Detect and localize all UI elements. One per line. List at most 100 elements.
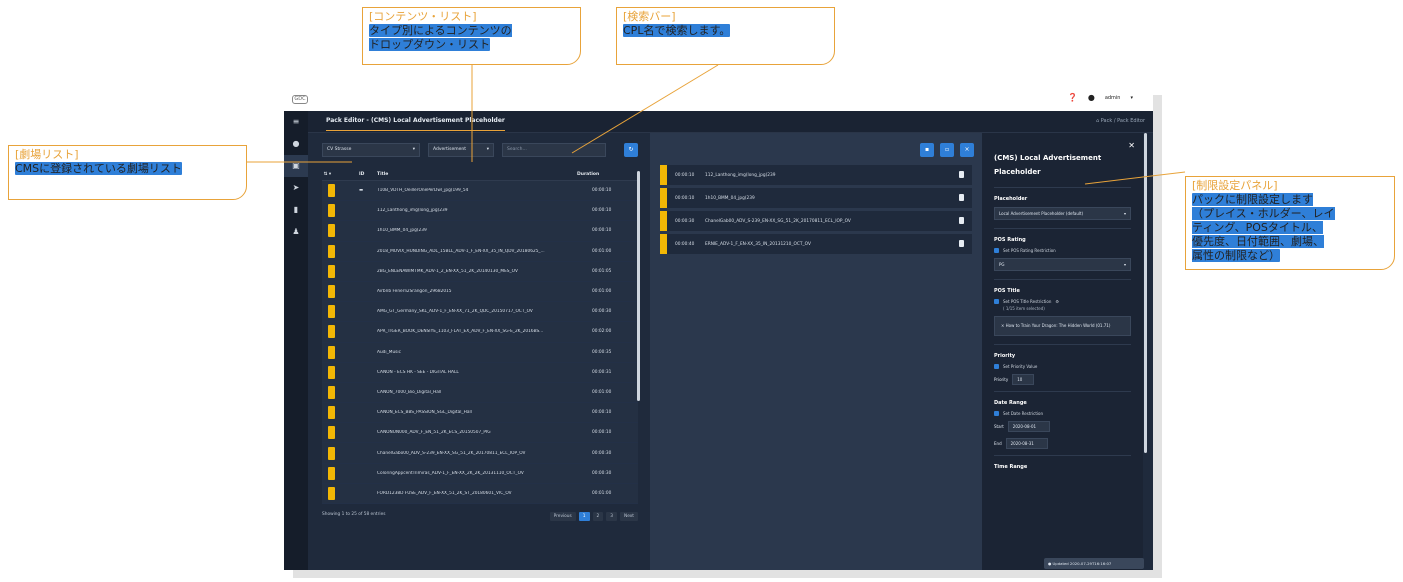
theater-select[interactable]: CV Strasse ▾ — [322, 143, 420, 157]
help-icon[interactable]: ❓ — [1068, 93, 1078, 102]
checkbox-icon — [994, 411, 999, 416]
content-color-swatch — [328, 264, 335, 278]
cms-icon[interactable]: ▣ — [284, 155, 308, 177]
prev-page-button[interactable]: Previous — [549, 512, 576, 521]
priority-input[interactable]: 10 — [1012, 374, 1035, 385]
sort-icon[interactable]: ⇅ ▾ — [322, 172, 359, 177]
placeholder-select[interactable]: Local Advertisement Placeholder (default… — [994, 207, 1131, 220]
playlist-title: ERNIE_ADV-1_F_EN-XX_35_IN_20131210_OCT_O… — [705, 241, 811, 247]
col-title[interactable]: Title — [377, 172, 577, 177]
table-header: ⇅ ▾ ID Title Duration — [322, 169, 638, 181]
user-name[interactable]: admin — [1105, 95, 1121, 101]
end-date-field: End 2020-08-31 — [994, 438, 1131, 449]
playlist-item[interactable]: 00:00:10 1h10_BMM_04_jpg(239 — [660, 188, 972, 208]
playlist-item[interactable]: 00:00:40 ERNIE_ADV-1_F_EN-XX_35_IN_201312… — [660, 234, 972, 254]
placeholder-value: Local Advertisement Placeholder (default… — [999, 211, 1084, 216]
table-row[interactable]: 1h10_BMM_04_jpg(239 00:00:10 — [322, 221, 638, 242]
trash-icon[interactable] — [959, 194, 964, 201]
status-toast: ● Updated 2020-07-29T16:16:07 — [1044, 558, 1144, 569]
content-color-swatch — [328, 466, 335, 480]
close-button[interactable]: × — [960, 143, 974, 157]
page-title: Pack Editor - (CMS) Local Advertisement … — [326, 117, 505, 131]
row-duration: 00:00:10 — [592, 208, 612, 214]
table-row[interactable]: 112_Lanthong_img(long_jpg(239 00:00:10 — [322, 201, 638, 222]
row-duration: 00:00:10 — [592, 228, 612, 234]
playlist-item[interactable]: 00:00:10 112_Lanthong_img(long_jpg(239 — [660, 165, 972, 185]
time-range-label: Time Range — [994, 464, 1028, 470]
playlist-item[interactable]: 00:00:30 ChanelGab00_ADV_S-239_EN-XX_SG_5… — [660, 211, 972, 231]
breadcrumb-text[interactable]: Pack / Pack Editor — [1101, 118, 1145, 124]
content-color-swatch — [328, 325, 335, 339]
table-row[interactable]: APR_TIGER_BOOK_DENSIYE_1103_FLAT_EX_ADV_… — [322, 322, 638, 343]
table-row[interactable]: CANONUN000_ADV_F_EN_51_2K_ECS_20150507_P… — [322, 423, 638, 444]
divider — [994, 391, 1131, 392]
row-duration: 00:01:05 — [592, 268, 612, 274]
row-duration: 00:01:00 — [592, 389, 612, 395]
page-1-button[interactable]: 1 — [578, 512, 590, 521]
table-scrollbar[interactable] — [637, 171, 640, 401]
content-type-value: Advertisement — [433, 147, 467, 152]
dashboard-icon[interactable]: ● — [284, 133, 308, 155]
table-row[interactable]: 2018_MOVIX_HUNDING_ADL_15BLL_ADV-1_F_EN-… — [322, 241, 638, 262]
table-row[interactable]: CANON_ECS_BBS_PASSION_SGL_Digital_Hall 00… — [322, 403, 638, 424]
save-button[interactable]: ▪ — [920, 143, 934, 157]
table-row[interactable]: CANON - ECS HK - SEE - DIGITAL HALL 00:00… — [322, 362, 638, 383]
table-row[interactable]: FORD1238D FUSE_ADV_F_EN-XX_51_2K_ST_2018… — [322, 483, 638, 504]
user-avatar-icon[interactable]: ● — [1088, 93, 1095, 102]
row-duration: 00:00:35 — [592, 349, 612, 355]
menu-icon[interactable]: ≡ — [284, 111, 308, 133]
page-2-button[interactable]: 2 — [592, 512, 604, 521]
chevron-down-icon[interactable]: ▾ — [1130, 95, 1133, 101]
row-duration: 00:00:30 — [592, 450, 612, 456]
table-row[interactable]: Audi_Music 00:00:35 — [322, 342, 638, 363]
start-date-input[interactable]: 2020-08-01 — [1007, 421, 1050, 432]
pos-title-selected[interactable]: × How to Train Your Dragon: The Hidden W… — [994, 316, 1131, 336]
content-type-select[interactable]: Advertisement ▾ — [428, 143, 494, 157]
date-checkbox[interactable]: Set Date Restriction — [994, 411, 1131, 416]
page-3-button[interactable]: 3 — [606, 512, 617, 521]
playlist-title: 1h10_BMM_04_jpg(239 — [705, 195, 755, 201]
trash-icon[interactable] — [959, 240, 964, 247]
table-row[interactable]: AMG_GT_Germany_SKL_ADV-1_F_EN-XX_71_2K_Q… — [322, 302, 638, 323]
divider — [994, 344, 1131, 345]
refresh-icon: ↻ — [628, 146, 634, 153]
gear-icon[interactable]: ⚙ — [1055, 299, 1059, 304]
table-row[interactable]: 2BG_ENLENAWIMTMK_ADV-1_2_EN-XX_51_2K_201… — [322, 261, 638, 282]
refresh-button[interactable]: ↻ — [624, 143, 638, 157]
pos-title-checkbox[interactable]: Set POS Title Restriction ⚙ — [994, 299, 1131, 304]
pagination-info: Showing 1 to 25 of 58 entries — [322, 512, 386, 517]
checkbox-icon — [994, 364, 999, 369]
search-input[interactable]: Search... — [502, 143, 606, 157]
page-header: Pack Editor - (CMS) Local Advertisement … — [308, 111, 1153, 133]
next-page-button[interactable]: Next — [619, 512, 638, 521]
col-duration[interactable]: Duration — [577, 172, 622, 177]
panel-scrollbar[interactable] — [1144, 133, 1147, 453]
table-row[interactable]: ChanelGabo00_ADV_S-239_EN-XX_SG_51_2K_20… — [322, 443, 638, 464]
end-date-input[interactable]: 2020-08-31 — [1005, 438, 1048, 449]
row-duration: 00:00:30 — [592, 309, 612, 315]
close-icon[interactable]: ✕ — [1128, 141, 1135, 150]
table-row[interactable]: ColoringAppcentTrimiras_ADV-1_F_EN-XX_2K… — [322, 463, 638, 484]
top-bar: GDC ❓ ● admin ▾ — [284, 87, 1153, 111]
stats-icon[interactable]: ▮ — [284, 199, 308, 221]
content-color-swatch — [660, 165, 667, 185]
trash-icon[interactable] — [959, 217, 964, 224]
row-duration: 00:00:10 — [592, 410, 612, 416]
checkbox-icon — [994, 248, 999, 253]
pos-rating-checkbox[interactable]: Set POS Rating Restriction — [994, 248, 1131, 253]
table-row[interactable]: Airbnb Fenerli2Srangon_29682015 00:01:00 — [322, 281, 638, 303]
table-row[interactable]: CANON_7000_Bio_Digital_Hall 00:01:00 — [322, 382, 638, 404]
user-icon[interactable]: ♟ — [284, 221, 308, 243]
content-color-swatch — [660, 234, 667, 254]
col-id[interactable]: ID — [359, 172, 377, 177]
row-title: APR_TIGER_BOOK_DENSIYE_1103_FLAT_EX_ADV_… — [377, 329, 544, 335]
table-row[interactable]: ▬ T10B_VDTH_OeillerOnePerDwl_jpg(199_54 00… — [322, 181, 638, 202]
pos-title-count: ( 1/15 item selected) — [1003, 306, 1045, 311]
pos-rating-select[interactable]: PG ▾ — [994, 258, 1131, 271]
trash-icon[interactable] — [959, 171, 964, 178]
row-title: CANON - ECS HK - SEE - DIGITAL HALL — [377, 369, 459, 375]
send-icon[interactable]: ➤ — [284, 177, 308, 199]
pos-title-check-label: Set POS Title Restriction — [1003, 299, 1052, 304]
copy-button[interactable]: ▫ — [940, 143, 954, 157]
priority-checkbox[interactable]: Set Priority Value — [994, 364, 1131, 369]
